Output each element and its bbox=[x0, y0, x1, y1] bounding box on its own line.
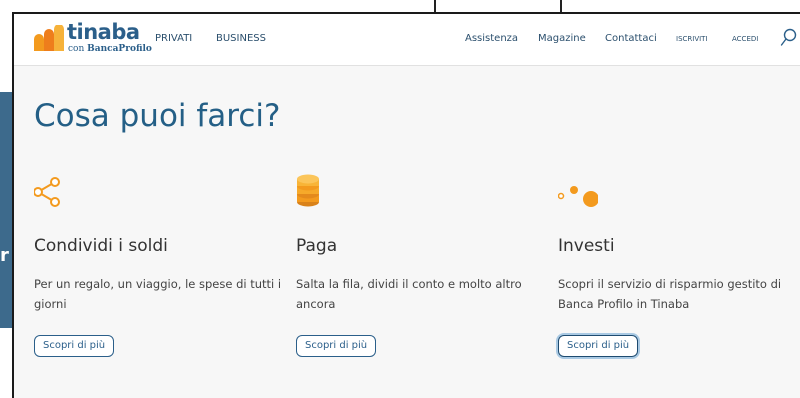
scopri-di-piu-button[interactable]: Scopri di più bbox=[296, 335, 377, 357]
feature-title: Investi bbox=[558, 236, 615, 256]
logo-wordmark: tinaba bbox=[67, 20, 140, 44]
feature-title: Condividi i soldi bbox=[34, 236, 168, 256]
background-divider bbox=[434, 0, 436, 12]
nav-accedi[interactable]: ACCEDI bbox=[732, 35, 758, 43]
scopri-di-piu-button[interactable]: Scopri di più bbox=[34, 335, 115, 357]
feature-title: Paga bbox=[296, 236, 338, 256]
share-icon bbox=[34, 177, 60, 207]
page-title: Cosa puoi farci? bbox=[34, 98, 281, 134]
scopri-di-piu-button[interactable]: Scopri di più bbox=[558, 335, 639, 357]
background-divider bbox=[560, 0, 562, 12]
tinaba-logo[interactable]: tinaba con BancaProfilo bbox=[34, 20, 152, 57]
nav-magazine[interactable]: Magazine bbox=[538, 33, 586, 44]
nav-contattaci[interactable]: Contattaci bbox=[605, 33, 657, 44]
search-icon[interactable] bbox=[780, 28, 798, 48]
nav-iscriviti[interactable]: ISCRIVITI bbox=[676, 35, 708, 43]
tinaba-logo-icon bbox=[34, 25, 64, 51]
background-panel bbox=[0, 92, 12, 328]
browser-window: tinaba con BancaProfilo PRIVATI BUSINESS… bbox=[12, 12, 800, 398]
feature-description: Salta la fila, dividi il conto e molto a… bbox=[296, 277, 522, 311]
feature-description: Scopri il servizio di risparmio gestito … bbox=[558, 277, 782, 311]
background-letter: r bbox=[0, 246, 9, 266]
nav-assistenza[interactable]: Assistenza bbox=[465, 33, 518, 44]
feature-description: Per un regalo, un viaggio, le spese di t… bbox=[34, 277, 282, 311]
growth-dots-icon bbox=[558, 186, 598, 207]
coins-icon bbox=[297, 174, 319, 207]
logo-tagline-brand: BancaProfilo bbox=[87, 44, 152, 54]
top-navbar: tinaba con BancaProfilo PRIVATI BUSINESS… bbox=[14, 14, 800, 66]
nav-business[interactable]: BUSINESS bbox=[216, 33, 266, 44]
logo-tagline-prefix: con bbox=[68, 44, 85, 54]
logo-tagline: con BancaProfilo bbox=[68, 44, 152, 54]
nav-privati[interactable]: PRIVATI bbox=[155, 33, 192, 44]
